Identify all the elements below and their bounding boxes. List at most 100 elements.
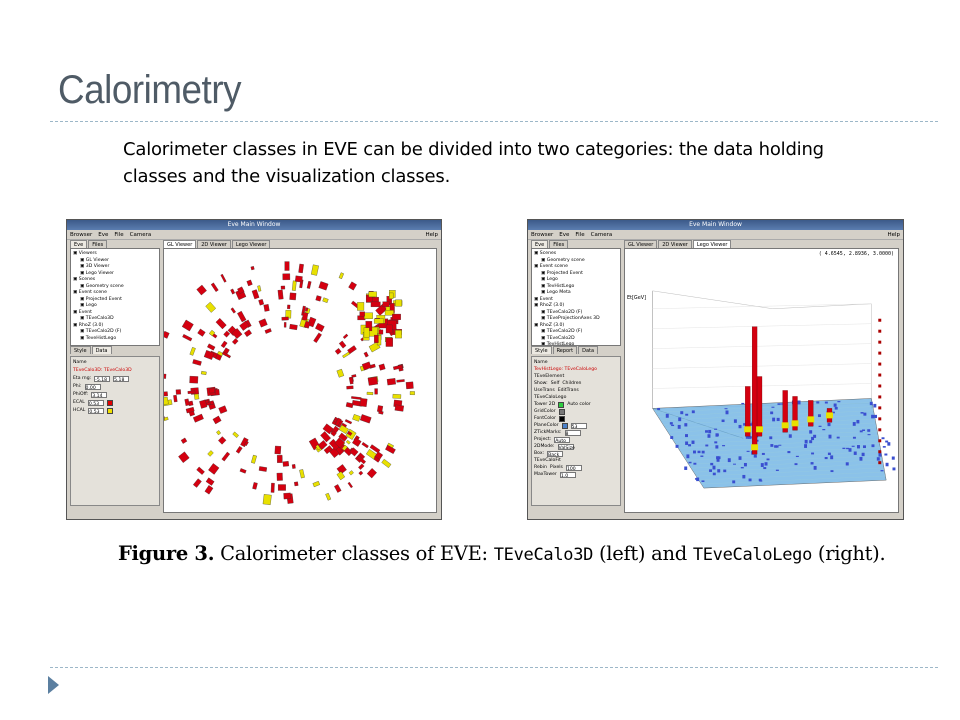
calo-tower	[283, 322, 287, 328]
gl-viewer-calo3d[interactable]	[163, 248, 437, 513]
calo-tower	[370, 301, 381, 308]
calo-tower	[204, 485, 214, 495]
lego-tower	[769, 436, 773, 440]
ecal-color-swatch[interactable]	[106, 400, 113, 406]
tab-files[interactable]: Files	[88, 240, 108, 248]
menu-help[interactable]: Help	[425, 230, 438, 239]
lego-scale-tick	[878, 461, 882, 465]
tab-files[interactable]: Files	[549, 240, 569, 248]
tower-color-swatch[interactable]	[558, 401, 565, 408]
play-arrow-icon[interactable]	[48, 676, 59, 694]
tab-style[interactable]: Style	[531, 346, 552, 354]
tab-lego-viewer[interactable]: Lego Viewer	[231, 240, 271, 248]
menu-eve[interactable]: Eve	[559, 230, 569, 239]
calo-tower	[359, 414, 372, 424]
usetrans-checkbox[interactable]: UseTrans	[534, 387, 555, 394]
tab-eve[interactable]: Eve	[70, 240, 88, 248]
menu-help[interactable]: Help	[887, 230, 900, 239]
grid-color-swatch[interactable]	[558, 408, 565, 415]
lego-tower	[714, 428, 718, 430]
eta-min-field[interactable]: -5.18	[94, 376, 111, 383]
hcal-field[interactable]: 0.53	[88, 408, 105, 415]
lego-tower	[776, 417, 780, 422]
calo-tower	[409, 391, 415, 395]
list-tree: ▣ Viewers ▣ GL Viewer ▣ 3D Viewer ▣ Lego Vi…	[70, 248, 160, 346]
lego-tower	[688, 444, 692, 447]
lego-scale-tick	[878, 318, 882, 322]
2dmode-select[interactable]: ValSize	[557, 443, 575, 451]
self-checkbox[interactable]: Self	[551, 380, 560, 387]
lego-tower	[671, 424, 675, 427]
lego-tower	[778, 444, 782, 446]
calo-tower	[164, 396, 169, 406]
menu-file[interactable]: File	[114, 230, 123, 239]
menu-camera[interactable]: Camera	[591, 230, 613, 239]
menu-camera[interactable]: Camera	[130, 230, 152, 239]
tab-style[interactable]: Style	[70, 346, 91, 354]
lego-scale-tick	[878, 439, 882, 443]
calo-tower	[291, 464, 296, 469]
tab-data[interactable]: Data	[578, 346, 599, 354]
maxtower-field[interactable]: 1.0	[559, 471, 576, 479]
lego-tower	[705, 444, 709, 447]
menu-browser[interactable]: Browser	[70, 230, 92, 239]
menu-eve[interactable]: Eve	[98, 230, 108, 239]
hcal-color-swatch[interactable]	[107, 408, 114, 414]
lego-tower	[761, 452, 765, 455]
calo-tower	[205, 301, 217, 313]
plane-color-swatch[interactable]	[561, 422, 568, 429]
ecal-row: ECAL 0.53	[73, 399, 157, 407]
tab-gl-viewer[interactable]: GL Viewer	[624, 240, 658, 248]
lego-tower	[715, 445, 719, 449]
lego-tall-tower-cap	[756, 426, 763, 433]
lego-tower	[817, 414, 821, 418]
project-select[interactable]: Auto	[554, 436, 571, 444]
calo-tower	[246, 279, 253, 287]
tab-report[interactable]: Report	[552, 346, 578, 354]
tab-data[interactable]: Data	[91, 346, 112, 354]
lego-tower	[697, 450, 701, 454]
tab-lego-viewer[interactable]: Lego Viewer	[692, 240, 732, 248]
tree-item[interactable]: ▣ TeveHistLego	[73, 336, 157, 343]
lego-tower	[742, 474, 746, 479]
box-select[interactable]: Back	[547, 450, 564, 458]
window-titlebar[interactable]: Eve Main Window	[67, 220, 441, 230]
object-editor: Name TevHistLego: TEveCaloLego TEveEleme…	[531, 356, 621, 506]
pixels-field[interactable]: 100	[565, 464, 582, 472]
lego-tower	[770, 444, 774, 447]
calo-tower	[209, 387, 215, 394]
phioff-field[interactable]: 3.14	[91, 392, 108, 399]
calo-tower	[258, 299, 265, 306]
calo-tower	[310, 264, 319, 276]
autocolor-checkbox[interactable]: Auto color	[567, 401, 590, 408]
font-color-swatch[interactable]	[559, 415, 565, 422]
lego-tall-tower	[751, 326, 758, 455]
window-titlebar[interactable]: Eve Main Window	[528, 220, 903, 230]
eta-max-field[interactable]: 5.18	[113, 376, 130, 383]
lego-tall-tower-cap	[744, 426, 752, 433]
lego-tower	[809, 440, 813, 444]
lego-viewer[interactable]: Et[GeV] ( 4.6545, 2.8936, 3.0000)	[624, 248, 899, 513]
ecal-field[interactable]: 0.53	[87, 400, 104, 407]
menu-file[interactable]: File	[575, 230, 584, 239]
lego-tower	[669, 422, 673, 425]
calo-tower	[196, 466, 205, 475]
menu-browser[interactable]: Browser	[531, 230, 553, 239]
calo-tower	[385, 324, 393, 334]
phi-field[interactable]: 0.00	[84, 384, 101, 391]
rebin-checkbox[interactable]: Rebin	[534, 464, 547, 471]
tab-2d-viewer[interactable]: 2D Viewer	[658, 240, 692, 248]
edittrans-checkbox[interactable]: EditTrans	[558, 387, 579, 394]
plane-field[interactable]: 53	[570, 422, 587, 430]
2dmode-row: 2DMode: ValSize	[534, 443, 618, 451]
calo-tower	[235, 446, 243, 454]
lego-tower	[753, 454, 757, 458]
lego-grid-line	[652, 323, 872, 329]
calo-tower	[218, 436, 227, 445]
calo-tower	[371, 296, 379, 303]
tab-2d-viewer[interactable]: 2D Viewer	[197, 240, 231, 248]
tab-gl-viewer[interactable]: GL Viewer	[163, 240, 197, 248]
tab-eve[interactable]: Eve	[531, 240, 549, 248]
ztick-field[interactable]: 8	[564, 429, 581, 437]
children-checkbox[interactable]: Children	[562, 380, 581, 387]
